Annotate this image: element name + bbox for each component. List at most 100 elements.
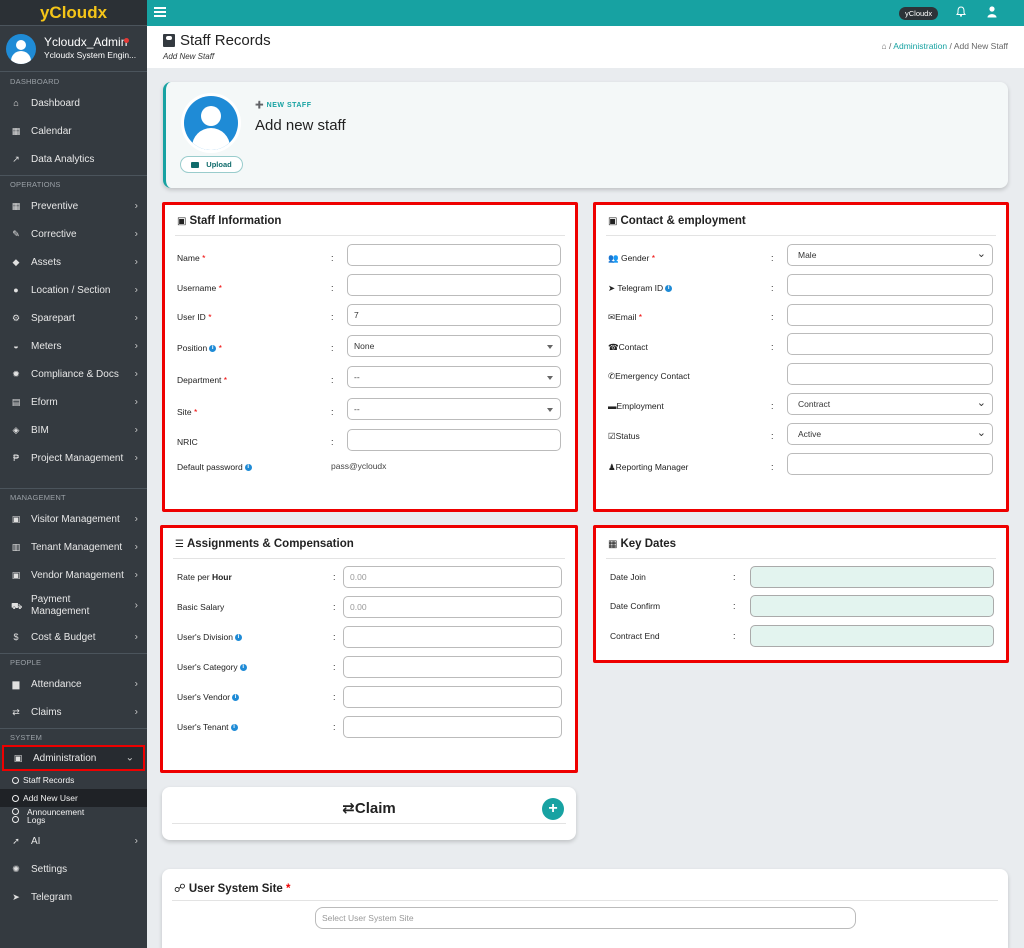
sidebar-item-location[interactable]: ● Location / Section › [0, 276, 147, 304]
chevron-right-icon: › [134, 368, 138, 380]
telegram-id-input[interactable] [787, 274, 993, 296]
nric-input[interactable] [347, 429, 561, 451]
sidebar-item-sparepart[interactable]: ⚙ Sparepart › [0, 304, 147, 332]
sidebar-item-calendar[interactable]: ▦ Calendar [0, 117, 147, 145]
user-icon: ♟ [608, 461, 616, 472]
employment-select[interactable]: Contract [787, 393, 993, 415]
category-input[interactable] [343, 656, 562, 678]
label-text: User ID [177, 312, 206, 322]
date-confirm-input[interactable] [750, 595, 994, 617]
colon: : [331, 375, 334, 385]
date-join-input[interactable] [750, 566, 994, 588]
sidebar-item-ai[interactable]: ➚ AI › [0, 827, 147, 855]
basic-salary-input[interactable]: 0.00 [343, 596, 562, 618]
contact-input[interactable] [787, 333, 993, 355]
home-icon: ⌂ [13, 98, 19, 108]
rate-input[interactable]: 0.00 [343, 566, 562, 588]
submenu-add-new-user[interactable]: Add New User [0, 789, 147, 807]
sidebar-item-payment[interactable]: ⛟ Payment Management › [0, 589, 147, 623]
name-label: Name * [177, 253, 205, 263]
sidebar-item-assets[interactable]: ◆ Assets › [0, 248, 147, 276]
tenant-input[interactable] [343, 716, 562, 738]
breadcrumb-administration[interactable]: Administration [893, 41, 947, 51]
sidebar-item-settings[interactable]: ✺ Settings [0, 855, 147, 883]
info-icon[interactable]: i [244, 464, 252, 472]
department-select[interactable]: -- [347, 366, 561, 388]
sidebar-item-claims[interactable]: ⇄ Claims › [0, 698, 147, 726]
menu-icon[interactable] [154, 7, 166, 17]
sidebar-item-visitor[interactable]: ▣ Visitor Management › [0, 505, 147, 533]
reporting-manager-label: ♟Reporting Manager [608, 462, 688, 473]
tenant-pill[interactable]: yCloudx [899, 7, 939, 20]
sidebar-item-project-management[interactable]: ₱ Project Management › [0, 444, 147, 472]
chevron-right-icon: › [134, 228, 138, 240]
chevron-right-icon: › [134, 424, 138, 436]
info-icon[interactable]: i [239, 664, 247, 672]
sidebar-item-label: Preventive [31, 200, 79, 212]
sidebar-item-dashboard[interactable]: ⌂ Dashboard [0, 89, 147, 117]
position-select[interactable]: None [347, 335, 561, 357]
name-input[interactable] [347, 244, 561, 266]
sidebar-item-label: Compliance & Docs [31, 368, 119, 380]
reporting-manager-input[interactable] [787, 453, 993, 475]
sidebar-item-cost-budget[interactable]: $ Cost & Budget › [0, 623, 147, 651]
sidebar-item-bim[interactable]: ◈ BIM › [0, 416, 147, 444]
id-badge-icon: ▣ [177, 215, 187, 227]
camera-icon [191, 161, 200, 168]
division-input[interactable] [343, 626, 562, 648]
add-claim-button[interactable]: + [542, 798, 564, 820]
sidebar-item-corrective[interactable]: ✎ Corrective › [0, 220, 147, 248]
sidebar-item-data-analytics[interactable]: ↗ Data Analytics [0, 145, 147, 173]
sidebar-item-meters[interactable]: ◒ Meters › [0, 332, 147, 360]
emergency-contact-input[interactable] [787, 363, 993, 385]
sidebar-item-compliance[interactable]: ✹ Compliance & Docs › [0, 360, 147, 388]
label-text: User's Category [177, 662, 238, 672]
info-icon[interactable]: i [665, 284, 673, 292]
sidebar-item-preventive[interactable]: ▦ Preventive › [0, 192, 147, 220]
label-text: Default password [177, 462, 243, 472]
sidebar-item-vendor[interactable]: ▣ Vendor Management › [0, 561, 147, 589]
contract-end-input[interactable] [750, 625, 994, 647]
info-icon[interactable]: i [230, 724, 238, 732]
top-bar: yCloudx [147, 0, 1024, 26]
gender-select[interactable]: Male [787, 244, 993, 266]
home-icon[interactable]: ⌂ [882, 41, 887, 51]
user-system-site-select[interactable]: Select User System Site [315, 907, 856, 929]
sidebar-item-attendance[interactable]: ▆ Attendance › [0, 670, 147, 698]
chevron-right-icon: › [134, 312, 138, 324]
brand-logo[interactable]: yCloudx [0, 0, 147, 26]
submenu-label: Add New User [23, 793, 78, 803]
colon: : [333, 632, 336, 642]
panel-title: Staff Information [189, 215, 282, 227]
sidebar-item-eform[interactable]: ▤ Eform › [0, 388, 147, 416]
building-icon: ▆ [12, 679, 20, 689]
submenu-announcement-logs[interactable]: Announcement Logs [0, 807, 147, 827]
sidebar-item-tenant[interactable]: ▥ Tenant Management › [0, 533, 147, 561]
email-input[interactable] [787, 304, 993, 326]
username-input[interactable] [347, 274, 561, 296]
avatar [184, 96, 238, 150]
user-icon[interactable] [987, 6, 997, 18]
submenu-label: Logs [27, 815, 46, 825]
sidebar-item-administration[interactable]: ▣ Administration ⌄ [2, 745, 145, 771]
sidebar-item-label: Location / Section [31, 284, 111, 296]
chevron-right-icon: › [134, 513, 138, 525]
submenu-staff-records[interactable]: Staff Records [0, 771, 147, 789]
label-text: Site [177, 407, 192, 417]
upload-button[interactable]: Upload [180, 156, 243, 173]
status-select[interactable]: Active [787, 423, 993, 445]
sidebar-item-label: Vendor Management [31, 569, 124, 581]
info-icon[interactable]: i [232, 694, 240, 702]
user-id-input[interactable]: 7 [347, 304, 561, 326]
rate-label: Rate per Hour [177, 572, 232, 582]
sidebar-item-telegram[interactable]: ➤ Telegram [0, 883, 147, 911]
info-icon[interactable]: i [234, 634, 242, 642]
bell-icon[interactable] [956, 6, 966, 17]
vendor-input[interactable] [343, 686, 562, 708]
info-icon[interactable]: i [209, 345, 217, 353]
user-panel[interactable]: Ycloudx_Admin Ycloudx System Engin... [0, 26, 147, 72]
site-select[interactable]: -- [347, 398, 561, 420]
chevron-right-icon: › [134, 541, 138, 553]
default-password-value: pass@ycloudx [331, 461, 387, 471]
sidebar-item-label: Eform [31, 396, 58, 408]
